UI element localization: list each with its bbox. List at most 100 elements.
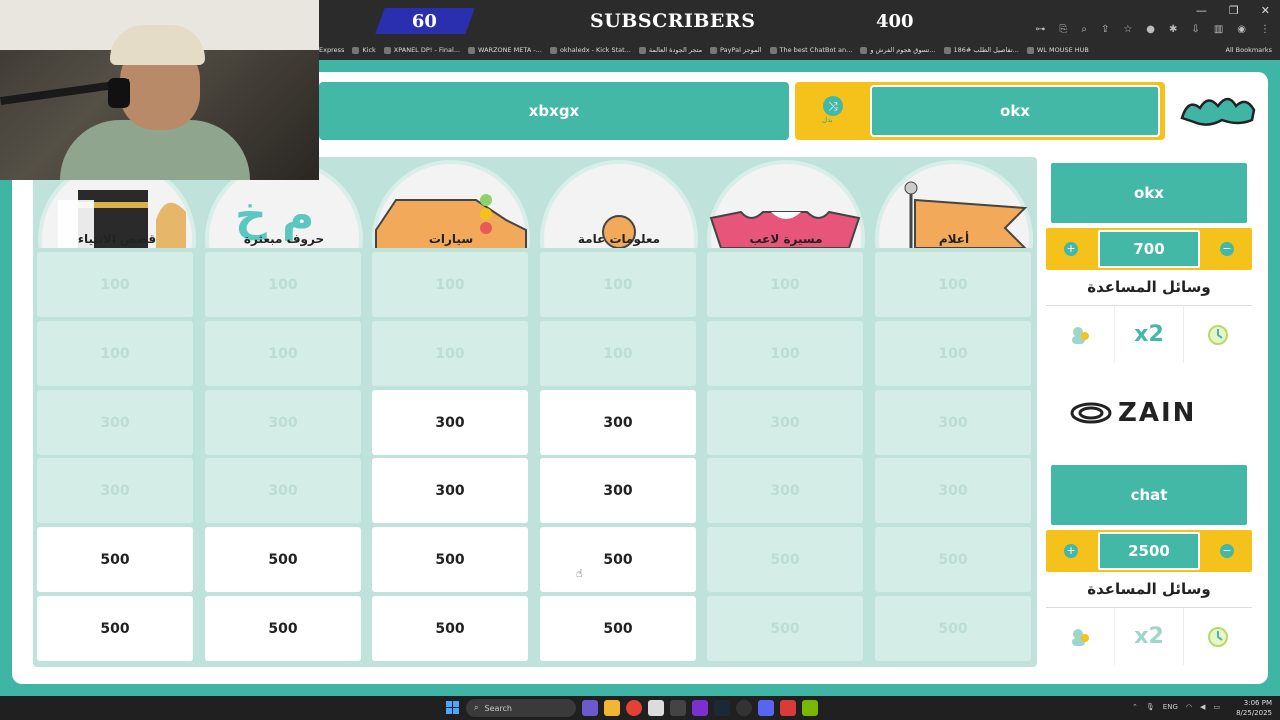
bookmark-item[interactable]: XPANEL DP! - Final...: [383, 46, 460, 54]
swap-turn-icon[interactable]: ⤨: [823, 96, 843, 116]
team2-aids: x2: [1046, 607, 1252, 665]
profile-icon[interactable]: ◉: [1237, 24, 1246, 35]
bookmark-item[interactable]: تسوق هجوم الفرش و...: [860, 46, 936, 54]
settings-icon[interactable]: [670, 700, 686, 716]
category-label: سيارات: [428, 232, 474, 246]
call-friend-icon[interactable]: [1046, 306, 1115, 363]
double-points-icon[interactable]: x2: [1115, 608, 1184, 665]
file-explorer-icon[interactable]: [604, 700, 620, 716]
team1-minus-button[interactable]: −: [1220, 242, 1234, 256]
question-cell: 100: [37, 321, 193, 386]
question-cell: 300: [205, 458, 361, 523]
double-points-icon[interactable]: x2: [1115, 306, 1184, 363]
question-cell: 300: [875, 458, 1031, 523]
question-cell[interactable]: 300: [540, 458, 696, 523]
question-cell[interactable]: 500: [540, 596, 696, 661]
category-label: مسيرة لاعب: [749, 232, 823, 246]
bookmark-item[interactable]: Express: [319, 46, 344, 54]
password-icon[interactable]: ⊶: [1035, 24, 1045, 35]
question-cell[interactable]: 500: [372, 596, 528, 661]
team-right-bar: ⤨ بدل okx: [795, 82, 1165, 140]
question-cell[interactable]: 300: [372, 390, 528, 455]
sidebar-icon[interactable]: ▥: [1214, 24, 1223, 35]
discord-icon[interactable]: [758, 700, 774, 716]
battery-icon[interactable]: ▭: [1213, 703, 1220, 711]
category-car: سيارات: [372, 160, 530, 248]
bookmark-label: Express: [319, 46, 345, 54]
question-cell[interactable]: 500: [37, 527, 193, 592]
team2-plus-button[interactable]: +: [1064, 544, 1078, 558]
close-icon[interactable]: ✕: [1261, 4, 1270, 17]
steam-icon[interactable]: [714, 700, 730, 716]
category-label: حروف مبعثرة: [243, 232, 325, 246]
question-cell: 100: [875, 321, 1031, 386]
team2-minus-button[interactable]: −: [1220, 544, 1234, 558]
zain-swirl-icon: [1070, 402, 1112, 424]
volume-icon[interactable]: ◀: [1200, 703, 1205, 711]
timer-aid-icon[interactable]: [1184, 306, 1252, 363]
category-label: أعلام: [938, 232, 970, 246]
puzzle-icon[interactable]: ✱: [1169, 24, 1177, 35]
extension-icon[interactable]: ●: [1146, 24, 1155, 35]
copilot-icon[interactable]: [582, 700, 598, 716]
question-cell[interactable]: 500: [205, 527, 361, 592]
question-cell[interactable]: 500: [540, 527, 696, 592]
question-cell[interactable]: 300: [372, 458, 528, 523]
streaming-app-icon[interactable]: [692, 700, 708, 716]
toolbar-icons: ⊶ ⎘ ⌕ ⇪ ☆ ● ✱ ⇩ ▥ ◉ ⋮: [1035, 24, 1270, 35]
nvidia-icon[interactable]: [802, 700, 818, 716]
system-tray: ⌃ 🎙 ENG ◠ ◀ ▭: [1132, 703, 1220, 711]
obs-icon[interactable]: [736, 700, 752, 716]
question-cell[interactable]: 500: [37, 596, 193, 661]
bookmark-label: PayPal الموجز: [720, 46, 762, 54]
question-cell: 100: [707, 321, 863, 386]
start-icon[interactable]: [446, 701, 459, 714]
clock[interactable]: 3:06 PM 8/25/2025: [1236, 698, 1272, 718]
bookmark-item[interactable]: متجر الجودة العالمة: [638, 46, 702, 54]
bookmark-item[interactable]: تفاصيل الطلب #186...: [943, 46, 1019, 54]
bookmark-star-icon[interactable]: ☆: [1123, 24, 1132, 35]
question-cell[interactable]: 300: [540, 390, 696, 455]
question-cell[interactable]: 500: [372, 527, 528, 592]
mic-icon[interactable]: 🎙: [1146, 703, 1155, 711]
question-cell: 300: [37, 458, 193, 523]
question-cell: 300: [875, 390, 1031, 455]
taskbar-search[interactable]: ⌕ Search: [466, 699, 576, 717]
bookmark-favicon-icon: [468, 46, 476, 54]
bookmark-item[interactable]: Kick: [352, 46, 376, 54]
question-cell[interactable]: 500: [205, 596, 361, 661]
chrome-icon[interactable]: [626, 700, 642, 716]
all-bookmarks[interactable]: All Bookmarks: [1226, 46, 1272, 54]
wifi-icon[interactable]: ◠: [1186, 703, 1192, 711]
bookmark-item[interactable]: WARZONE META -...: [468, 46, 542, 54]
team1-panel: okx + 700 − وسائل المساعدة x2: [1046, 160, 1252, 370]
category-flag: أعلام: [875, 160, 1033, 248]
share-icon[interactable]: ⇪: [1101, 24, 1109, 35]
menu-icon[interactable]: ⋮: [1260, 24, 1270, 35]
zoom-icon[interactable]: ⌕: [1081, 24, 1087, 35]
clock-date: 8/25/2025: [1236, 709, 1272, 717]
timer-aid-icon[interactable]: [1184, 608, 1252, 665]
question-cell: 100: [540, 252, 696, 317]
sponsor-name: ZAIN: [1118, 398, 1197, 428]
question-cell: 500: [875, 527, 1031, 592]
bookmark-item[interactable]: okhaledx - Kick Stat...: [549, 46, 631, 54]
search-icon: ⌕: [474, 703, 479, 712]
team1-plus-button[interactable]: +: [1064, 242, 1078, 256]
team2-aids-title: وسائل المساعدة: [1087, 580, 1211, 598]
bookmark-favicon-icon: [769, 46, 777, 54]
chevron-up-icon[interactable]: ⌃: [1132, 703, 1138, 711]
language-indicator[interactable]: ENG: [1163, 703, 1178, 711]
app-icon[interactable]: [780, 700, 796, 716]
maximize-icon[interactable]: ❐: [1229, 4, 1239, 17]
calendar-icon[interactable]: [648, 700, 664, 716]
translate-icon[interactable]: ⎘: [1059, 24, 1067, 35]
bookmark-item[interactable]: The best ChatBot an...: [769, 46, 852, 54]
bookmark-favicon-icon: [943, 46, 951, 54]
downloads-icon[interactable]: ⇩: [1191, 24, 1199, 35]
call-friend-icon[interactable]: [1046, 608, 1115, 665]
bookmark-item[interactable]: WL MOUSE HUB: [1026, 46, 1089, 54]
question-cell: 300: [205, 390, 361, 455]
minimize-icon[interactable]: —: [1196, 4, 1207, 17]
bookmark-item[interactable]: PayPal الموجز: [710, 46, 762, 54]
